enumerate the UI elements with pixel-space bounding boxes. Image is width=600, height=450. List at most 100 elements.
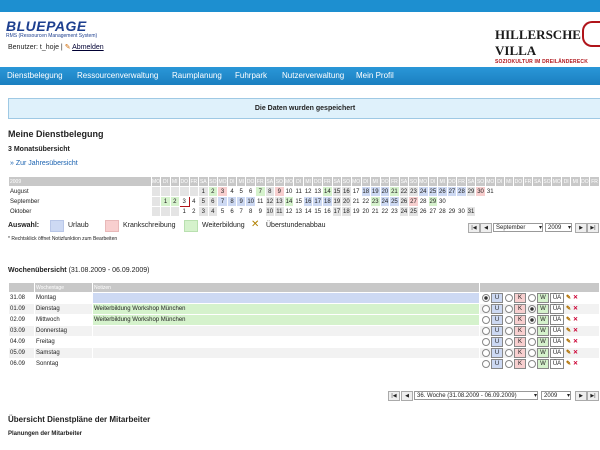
calendar-day[interactable]: 6: [226, 206, 238, 217]
calendar-day[interactable]: 4: [188, 196, 200, 207]
calendar-day[interactable]: 5: [198, 196, 209, 207]
type-radio[interactable]: [482, 360, 490, 368]
calendar-day[interactable]: 16: [322, 206, 333, 217]
krank-tag[interactable]: K: [514, 348, 526, 358]
calendar-day[interactable]: 17: [350, 186, 362, 197]
calendar-day[interactable]: 11: [293, 186, 304, 197]
weiter-tag[interactable]: W: [537, 359, 549, 369]
calendar-day[interactable]: 3: [198, 206, 209, 217]
calendar-day[interactable]: 25: [389, 196, 400, 207]
calendar-day[interactable]: 24: [379, 196, 391, 207]
type-radio[interactable]: [482, 294, 490, 302]
calendar-day[interactable]: 1: [178, 206, 190, 217]
abbau-tag[interactable]: ÜA: [550, 337, 564, 347]
type-radio[interactable]: [482, 305, 490, 313]
urlaub-tag[interactable]: U: [491, 359, 503, 369]
calendar-day[interactable]: 20: [341, 196, 352, 207]
calendar-day[interactable]: 4: [207, 206, 219, 217]
nav-item-raumplanung[interactable]: Raumplanung: [172, 71, 222, 80]
calendar-day[interactable]: 18: [322, 196, 333, 207]
abbau-tag[interactable]: ÜA: [550, 348, 564, 358]
calendar-day[interactable]: 5: [236, 186, 247, 197]
calendar-day[interactable]: 6: [207, 196, 219, 207]
prev-week-button[interactable]: ◀: [401, 391, 413, 401]
prev-month-button[interactable]: ◀: [480, 223, 492, 233]
calendar-day[interactable]: 19: [350, 206, 362, 217]
calendar-day[interactable]: 13: [312, 186, 324, 197]
calendar-day[interactable]: 14: [302, 206, 314, 217]
weiter-tag[interactable]: W: [537, 293, 549, 303]
calendar-day[interactable]: 21: [350, 196, 362, 207]
logout-link[interactable]: Abmelden: [72, 44, 104, 51]
delete-icon[interactable]: ✕: [572, 295, 579, 302]
delete-icon[interactable]: ✕: [572, 317, 579, 324]
delete-icon[interactable]: ✕: [572, 306, 579, 313]
type-radio[interactable]: [482, 349, 490, 357]
calendar-day[interactable]: 26: [437, 186, 448, 197]
calendar-day[interactable]: 22: [398, 186, 410, 197]
abbau-tag[interactable]: ÜA: [550, 293, 564, 303]
calendar-day[interactable]: 4: [226, 186, 238, 197]
legend-swatch-weiter[interactable]: [184, 220, 198, 232]
calendar-day[interactable]: 9: [274, 186, 285, 197]
calendar-day[interactable]: 9: [236, 196, 247, 207]
type-radio[interactable]: [528, 349, 536, 357]
last-month-button[interactable]: ▶|: [587, 223, 599, 233]
abbau-tag[interactable]: ÜA: [550, 304, 564, 314]
type-radio[interactable]: [482, 327, 490, 335]
calendar-day[interactable]: 12: [283, 206, 295, 217]
calendar-day[interactable]: 13: [293, 206, 304, 217]
calendar-day[interactable]: 12: [302, 186, 314, 197]
type-radio[interactable]: [528, 294, 536, 302]
weiter-tag[interactable]: W: [537, 326, 549, 336]
calendar-day[interactable]: 2: [169, 196, 180, 207]
delete-icon[interactable]: ✕: [572, 328, 579, 335]
urlaub-tag[interactable]: U: [491, 293, 503, 303]
first-week-button[interactable]: |◀: [388, 391, 400, 401]
month-select[interactable]: September ▾: [493, 223, 543, 232]
calendar-day[interactable]: 7: [236, 206, 247, 217]
calendar-day[interactable]: 17: [331, 206, 343, 217]
krank-tag[interactable]: K: [514, 293, 526, 303]
calendar-day[interactable]: 15: [312, 206, 324, 217]
calendar-day[interactable]: 6: [245, 186, 256, 197]
row-note[interactable]: [92, 325, 480, 337]
delete-icon[interactable]: ✕: [572, 361, 579, 368]
calendar-day[interactable]: 1: [198, 186, 209, 197]
abbau-tag[interactable]: ÜA: [550, 326, 564, 336]
calendar-day[interactable]: 22: [379, 206, 391, 217]
calendar-day[interactable]: 21: [389, 186, 400, 197]
type-radio[interactable]: [482, 338, 490, 346]
calendar-day[interactable]: 28: [417, 196, 429, 207]
legend-swatch-abbau[interactable]: ✕: [251, 220, 263, 230]
calendar-day[interactable]: 23: [389, 206, 400, 217]
calendar-day[interactable]: 27: [427, 206, 439, 217]
type-radio[interactable]: [505, 294, 513, 302]
calendar-day[interactable]: 24: [417, 186, 429, 197]
calendar-day[interactable]: 21: [370, 206, 381, 217]
type-radio[interactable]: [528, 316, 536, 324]
calendar-day[interactable]: 28: [456, 186, 467, 197]
calendar-day[interactable]: 7: [217, 196, 228, 207]
calendar-day[interactable]: 31: [465, 206, 477, 217]
type-radio[interactable]: [505, 327, 513, 335]
calendar-day[interactable]: 27: [408, 196, 419, 207]
calendar-day[interactable]: 10: [283, 186, 295, 197]
edit-icon[interactable]: ✎: [565, 361, 572, 368]
calendar-day[interactable]: 30: [456, 206, 467, 217]
calendar-day[interactable]: 2: [188, 206, 200, 217]
calendar-day[interactable]: 11: [255, 196, 266, 207]
row-note[interactable]: [92, 336, 480, 348]
calendar-day[interactable]: 19: [331, 196, 343, 207]
urlaub-tag[interactable]: U: [491, 348, 503, 358]
calendar-day[interactable]: 7: [255, 186, 266, 197]
krank-tag[interactable]: K: [514, 304, 526, 314]
row-note[interactable]: [92, 292, 480, 304]
calendar-day[interactable]: 14: [283, 196, 295, 207]
calendar-day[interactable]: 29: [446, 206, 458, 217]
nav-item-mein-profil[interactable]: Mein Profil: [356, 71, 394, 80]
calendar-day[interactable]: 29: [427, 196, 439, 207]
calendar-day[interactable]: 16: [302, 196, 314, 207]
calendar-day[interactable]: 8: [226, 196, 238, 207]
type-radio[interactable]: [505, 349, 513, 357]
